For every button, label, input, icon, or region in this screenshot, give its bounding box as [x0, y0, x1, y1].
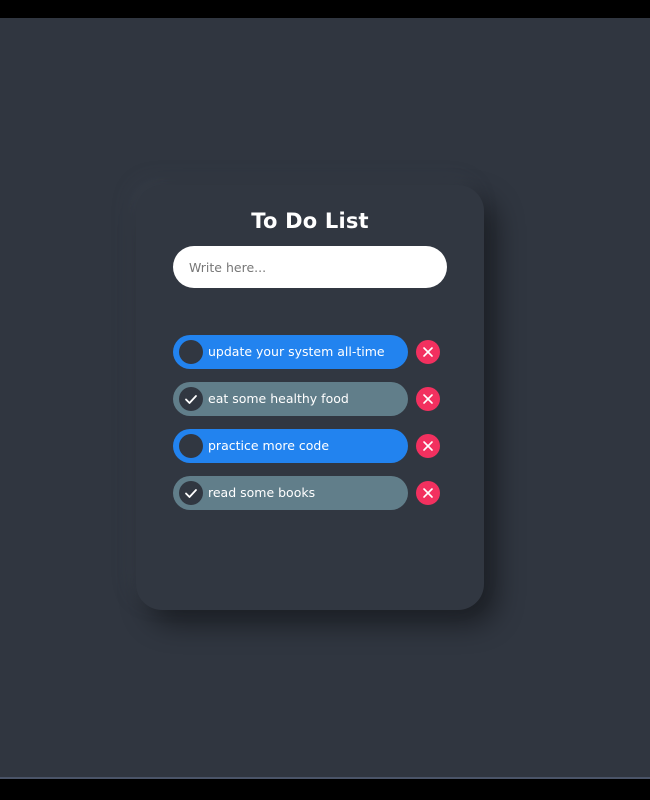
close-icon — [423, 347, 433, 357]
check-icon[interactable] — [179, 481, 203, 505]
page-background: To Do List update your system all-time e… — [0, 18, 650, 777]
close-icon — [423, 441, 433, 451]
task-label: read some books — [208, 485, 316, 500]
delete-task-button[interactable] — [416, 434, 440, 458]
task-item[interactable]: practice more code — [173, 429, 408, 463]
bottom-border — [0, 777, 650, 779]
delete-task-button[interactable] — [416, 481, 440, 505]
delete-task-button[interactable] — [416, 387, 440, 411]
todo-card: To Do List update your system all-time e… — [136, 185, 484, 610]
task-label: practice more code — [208, 438, 330, 453]
close-icon — [423, 488, 433, 498]
task-item[interactable]: eat some healthy food — [173, 382, 408, 416]
task-label: update your system all-time — [208, 344, 385, 359]
task-label: eat some healthy food — [208, 391, 349, 406]
check-icon[interactable] — [179, 387, 203, 411]
task-input[interactable] — [173, 246, 447, 288]
task-item[interactable]: update your system all-time — [173, 335, 408, 369]
delete-task-button[interactable] — [416, 340, 440, 364]
app-title: To Do List — [251, 209, 369, 233]
close-icon — [423, 394, 433, 404]
circle-icon[interactable] — [179, 340, 203, 364]
task-item[interactable]: read some books — [173, 476, 408, 510]
circle-icon[interactable] — [179, 434, 203, 458]
